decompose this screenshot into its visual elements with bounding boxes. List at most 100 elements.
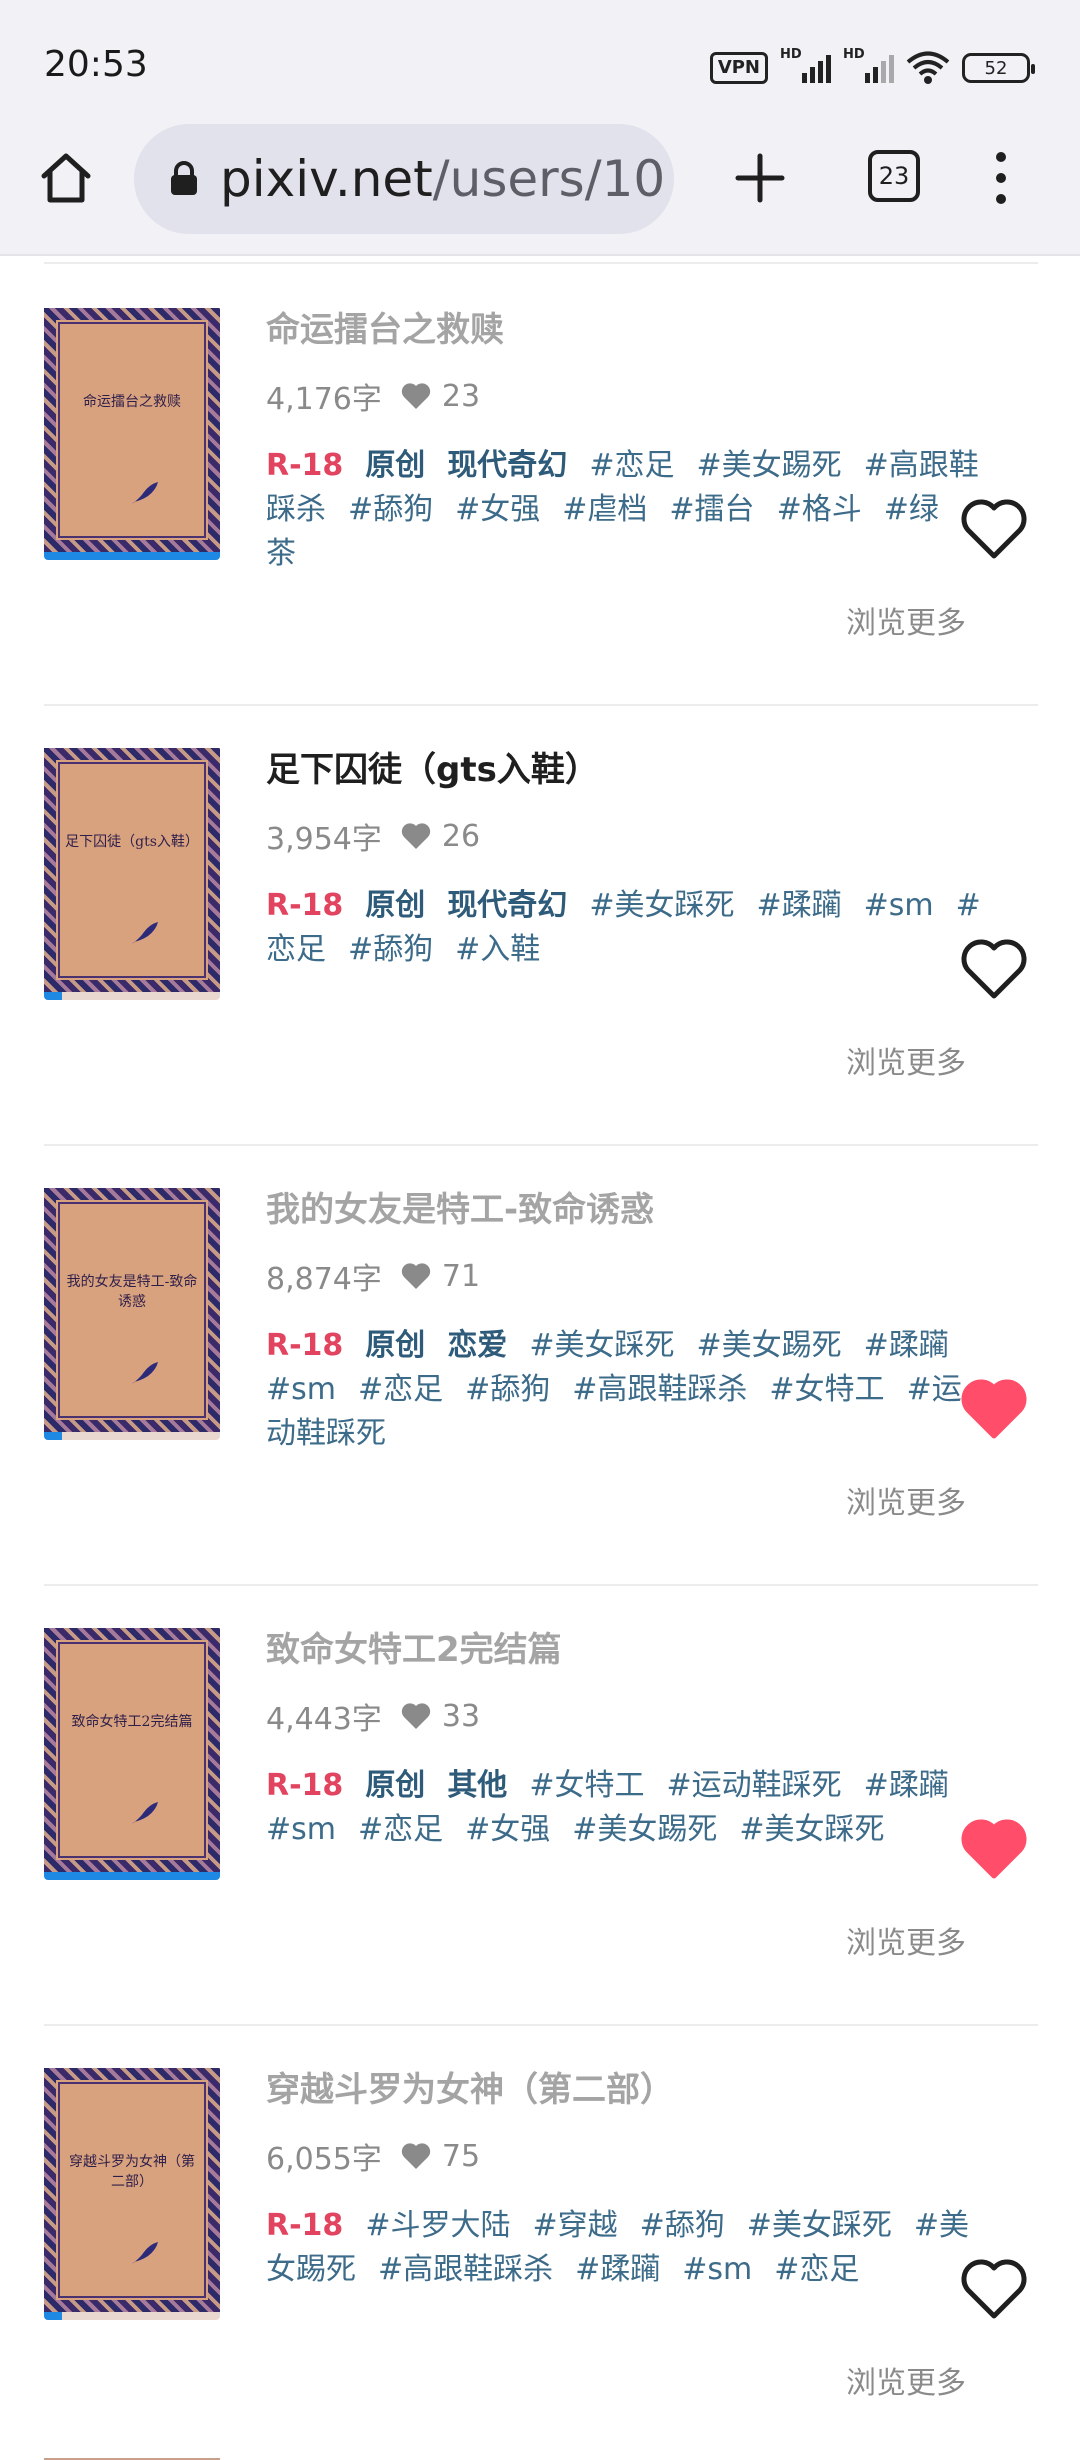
signal-hd-label-2: HD [843,47,865,62]
tag[interactable]: #高跟鞋踩杀 [572,1372,747,1407]
tag[interactable]: #擂台 [669,492,754,527]
tag[interactable]: #蹂躏 [864,1328,949,1363]
tag[interactable]: #恋足 [358,1372,443,1407]
tag[interactable]: #女特工 [529,1768,644,1803]
view-more-link[interactable]: 浏览更多 [846,598,966,642]
bookmark-heart-icon[interactable] [960,2258,1028,2320]
cover-title: 我的女友是特工-致命诱惑 [66,1274,198,1310]
reading-progress [44,2312,220,2320]
novel-title[interactable]: 足下囚徒（gts入鞋） [266,748,986,792]
like-count-heart-icon [401,823,431,849]
novel-title[interactable]: 我的女友是特工-致命诱惑 [266,1188,986,1232]
category-tag[interactable]: 恋爱 [447,1328,507,1363]
tag-list: R-18 原创 现代奇幻 #美女踩死 #蹂躏 #sm #恋足 #舔狗 #入鞋 [266,884,986,972]
category-tag[interactable]: 原创 [365,1328,425,1363]
r18-badge[interactable]: R-18 [266,888,343,923]
overflow-menu-icon[interactable] [986,148,1016,208]
category-tag[interactable]: 现代奇幻 [447,448,567,483]
bookmark-heart-icon[interactable] [960,1378,1028,1440]
reading-progress [44,992,220,1000]
view-more-link[interactable]: 浏览更多 [846,1478,966,1522]
novel-cover[interactable]: 命运擂台之救赎 [44,308,220,552]
tab-switcher-button[interactable]: 23 [868,150,920,202]
tag[interactable]: #美女踩死 [747,2208,892,2243]
r18-badge[interactable]: R-18 [266,1328,343,1363]
tag[interactable]: #女强 [455,492,540,527]
tag[interactable]: #恋足 [358,1812,443,1847]
cover-title: 致命女特工2完结篇 [71,1714,193,1730]
category-tag[interactable]: 原创 [365,448,425,483]
r18-badge[interactable]: R-18 [266,448,343,483]
tag[interactable]: #美女踢死 [696,1328,841,1363]
tag-list: R-18 原创 现代奇幻 #恋足 #美女踢死 #高跟鞋踩杀 #舔狗 #女强 #虐档 #擂台 #格斗 #… [266,444,986,576]
tag[interactable]: #美女踩死 [739,1812,884,1847]
view-more-link[interactable]: 浏览更多 [846,1918,966,1962]
tag[interactable]: #美女踩死 [529,1328,674,1363]
category-tag[interactable]: 现代奇幻 [447,888,567,923]
bookmark-heart-icon[interactable] [960,938,1028,1000]
tag[interactable]: #sm [266,1372,336,1407]
tag[interactable]: #虐档 [562,492,647,527]
browser-toolbar: pixiv.net/users/10 23 [0,120,1080,256]
tag[interactable]: #舔狗 [465,1372,550,1407]
novel-item[interactable]: 命运擂台之救赎 命运擂台之救赎 4,176字 23 R-18 原创 现代奇幻 #恋足 #… [44,266,1038,706]
tag[interactable]: #高跟鞋踩杀 [378,2252,553,2287]
tag[interactable]: #女强 [465,1812,550,1847]
address-bar[interactable]: pixiv.net/users/10 [134,124,674,234]
category-tag[interactable]: 其他 [447,1768,507,1803]
novel-meta: 4,443字 33 [266,1696,986,1738]
novel-title[interactable]: 致命女特工2完结篇 [266,1628,986,1672]
novel-item[interactable]: 足下囚徒（gts入鞋） 足下囚徒（gts入鞋） 3,954字 26 R-18 原创… [44,706,1038,1146]
tag[interactable]: #格斗 [777,492,862,527]
category-tag[interactable]: 原创 [365,1768,425,1803]
tag[interactable]: #蹂躏 [575,2252,660,2287]
new-tab-plus-icon[interactable] [730,148,790,208]
reading-progress-fill [44,2312,62,2320]
like-count-heart-icon [401,2143,431,2169]
novel-item[interactable]: 我的女友是特工-致命诱惑 我的女友是特工-致命诱惑 8,874字 71 R-18… [44,1146,1038,1586]
reading-progress [44,1432,220,1440]
feather-icon [132,922,158,944]
tag[interactable]: #sm [864,888,934,923]
like-count-heart-icon [401,383,431,409]
char-count: 4,176字 [266,382,382,417]
bookmark-heart-icon[interactable] [960,1818,1028,1880]
like-count: 33 [441,1698,481,1734]
novel-cover[interactable]: 足下囚徒（gts入鞋） [44,748,220,992]
novel-cover[interactable]: 致命女特工2完结篇 [44,1628,220,1872]
cover-title: 足下囚徒（gts入鞋） [65,834,199,850]
r18-badge[interactable]: R-18 [266,2208,343,2243]
view-more-link[interactable]: 浏览更多 [846,2358,966,2402]
tag[interactable]: #美女踩死 [589,888,734,923]
novel-title[interactable]: 穿越斗罗为女神（第二部） [266,2068,986,2112]
tag[interactable]: #斗罗大陆 [365,2208,510,2243]
tag[interactable]: #穿越 [532,2208,617,2243]
char-count: 8,874字 [266,1262,382,1297]
novel-cover[interactable]: 我的女友是特工-致命诱惑 [44,1188,220,1432]
tag[interactable]: #sm [266,1812,336,1847]
tag[interactable]: #sm [682,2252,752,2287]
char-count: 3,954字 [266,822,382,857]
tag[interactable]: #美女踢死 [696,448,841,483]
novel-item[interactable]: 穿越斗罗为女神（第二部） 穿越斗罗为女神（第二部） 6,055字 75 R-18… [44,2026,1038,2460]
home-icon[interactable] [36,148,96,208]
tag[interactable]: #恋足 [589,448,674,483]
r18-badge[interactable]: R-18 [266,1768,343,1803]
tag[interactable]: #蹂躏 [756,888,841,923]
novel-title[interactable]: 命运擂台之救赎 [266,308,986,352]
tag[interactable]: #运动鞋踩死 [666,1768,841,1803]
tag[interactable]: #女特工 [769,1372,884,1407]
view-more-link[interactable]: 浏览更多 [846,1038,966,1082]
status-bar: 20:53 VPN HD HD 52 [0,0,1080,120]
novel-cover[interactable]: 穿越斗罗为女神（第二部） [44,2068,220,2312]
tag[interactable]: #舔狗 [348,932,433,967]
tag[interactable]: #恋足 [774,2252,859,2287]
bookmark-heart-icon[interactable] [960,498,1028,560]
tag[interactable]: #入鞋 [455,932,540,967]
tag[interactable]: #舔狗 [348,492,433,527]
tag[interactable]: #蹂躏 [864,1768,949,1803]
category-tag[interactable]: 原创 [365,888,425,923]
tag[interactable]: #舔狗 [640,2208,725,2243]
tag[interactable]: #美女踢死 [572,1812,717,1847]
novel-item[interactable]: 致命女特工2完结篇 致命女特工2完结篇 4,443字 33 R-18 原创 其他 #女… [44,1586,1038,2026]
